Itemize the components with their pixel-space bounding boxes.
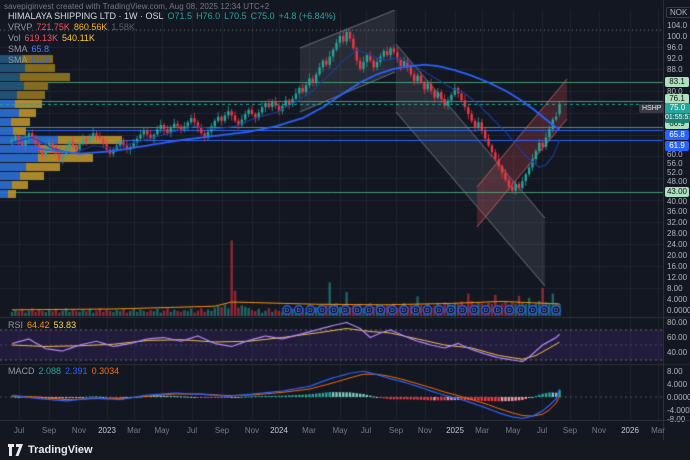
ohlc-low: L70.5 bbox=[224, 11, 247, 21]
sma1-value: 65.8 bbox=[32, 44, 50, 54]
axis-price-label: 80.00 bbox=[667, 318, 687, 327]
vrvp-value-1: 721.75K bbox=[36, 22, 70, 32]
axis-price-label: 8.00 bbox=[667, 367, 683, 376]
axis-price-label: 16.00 bbox=[667, 262, 687, 271]
axis-price-label: 60.0 bbox=[667, 150, 683, 159]
axis-price-label: 0.0000 bbox=[667, 393, 690, 402]
last-price-value: 75.0 bbox=[665, 103, 690, 113]
ohlc-high: H76.0 bbox=[196, 11, 220, 21]
axis-price-label: 100.0 bbox=[667, 32, 687, 41]
ohlc-open: O71.5 bbox=[168, 11, 193, 21]
tradingview-chart-window: savepiginvest created with TradingView.c… bbox=[0, 0, 690, 460]
volume-value: 619.13K bbox=[25, 33, 59, 43]
axis-month-label: Nov bbox=[592, 426, 606, 435]
axis-month-label: Nov bbox=[245, 426, 259, 435]
axis-year-label: 2026 bbox=[621, 426, 639, 435]
ohlc-close: C75.0 bbox=[251, 11, 275, 21]
axis-month-label: Sep bbox=[563, 426, 577, 435]
axis-price-label: 96.0 bbox=[667, 43, 683, 52]
axis-price-label: 8.00 bbox=[667, 284, 683, 293]
ohlc-change: +4.8 (+6.84%) bbox=[279, 11, 336, 21]
symbol-price-tag: HSHP bbox=[639, 104, 664, 113]
axis-price-label: 0.0000 bbox=[667, 306, 690, 315]
axis-month-label: Jul bbox=[187, 426, 197, 435]
sma2-value: 61.9 bbox=[32, 55, 50, 65]
axis-month-label: Jul bbox=[14, 426, 24, 435]
macd-label: MACD bbox=[8, 366, 35, 376]
volume-ma-value: 540.11K bbox=[62, 33, 95, 43]
axis-month-label: May bbox=[332, 426, 347, 435]
vrvp-label: VRVP bbox=[8, 22, 32, 32]
axis-month-label: Sep bbox=[215, 426, 229, 435]
axis-month-label: Mar bbox=[475, 426, 489, 435]
macd-legend-row[interactable]: MACD 2.0882.391 0.3034 bbox=[8, 366, 123, 376]
axis-price-label: 88.0 bbox=[667, 65, 683, 74]
currency-button[interactable]: NOK bbox=[666, 7, 690, 18]
axis-year-label: 2023 bbox=[98, 426, 116, 435]
last-price-badge[interactable]: 75.001:55:57 bbox=[665, 103, 690, 123]
vrvp-value-2: 860.56K bbox=[74, 22, 108, 32]
axis-price-label: 52.0 bbox=[667, 168, 683, 177]
vrvp-legend-row[interactable]: VRVP 721.75K 860.56K1.58K bbox=[8, 22, 340, 32]
axis-price-label: 32.00 bbox=[667, 218, 687, 227]
axis-price-label: -4.000 bbox=[667, 406, 690, 415]
axis-month-label: Mar bbox=[127, 426, 141, 435]
sma1-label: SMA bbox=[8, 44, 28, 54]
macd-line-value: 2.391 bbox=[65, 366, 88, 376]
axis-month-label: May bbox=[154, 426, 169, 435]
footer-bar: TradingView bbox=[0, 440, 690, 460]
axis-price-label: 20.00 bbox=[667, 251, 687, 260]
symbol-legend-row[interactable]: HIMALAYA SHIPPING LTD · 1W · OSL O71.5H76… bbox=[8, 11, 340, 21]
axis-month-label: Jul bbox=[537, 426, 547, 435]
axis-price-label: 92.0 bbox=[667, 54, 683, 63]
rsi-legend-row[interactable]: RSI 64.42 53.83 bbox=[8, 320, 80, 330]
axis-month-label: Mar bbox=[651, 426, 665, 435]
axis-price-label: 40.00 bbox=[667, 197, 687, 206]
volume-legend-row[interactable]: Vol 619.13K540.11K bbox=[8, 33, 340, 43]
main-pane-legend: HIMALAYA SHIPPING LTD · 1W · OSL O71.5H76… bbox=[8, 11, 340, 66]
axis-price-label: 12.00 bbox=[667, 273, 687, 282]
volume-label: Vol bbox=[8, 33, 21, 43]
axis-price-label: 24.00 bbox=[667, 240, 687, 249]
sma1-legend-row[interactable]: SMA 65.8 bbox=[8, 44, 340, 54]
axis-price-label: 28.00 bbox=[667, 229, 687, 238]
rsi-ma-value: 53.83 bbox=[54, 320, 77, 330]
sma-price-badge[interactable]: 65.8 bbox=[665, 130, 689, 140]
axis-price-label: 56.0 bbox=[667, 159, 683, 168]
macd-hist-value: 2.088 bbox=[39, 366, 62, 376]
axis-year-label: 2025 bbox=[446, 426, 464, 435]
axis-price-label: 40.00 bbox=[667, 348, 687, 357]
axis-month-label: Nov bbox=[72, 426, 86, 435]
axis-month-label: Mar bbox=[302, 426, 316, 435]
price-chart-canvas[interactable] bbox=[0, 0, 690, 460]
attribution-text: savepiginvest created with TradingView.c… bbox=[4, 2, 269, 11]
axis-price-label: 48.00 bbox=[667, 177, 687, 186]
sma2-legend-row[interactable]: SMA 61.9 bbox=[8, 55, 340, 65]
level-price-badge[interactable]: 43.00 bbox=[665, 187, 689, 197]
sma2-label: SMA bbox=[8, 55, 28, 65]
axis-month-label: Sep bbox=[389, 426, 403, 435]
rsi-value: 64.42 bbox=[27, 320, 50, 330]
axis-price-label: 36.00 bbox=[667, 207, 687, 216]
price-scale-axis[interactable]: NOK 104.0100.096.092.088.080.060.056.052… bbox=[663, 0, 690, 440]
vrvp-value-3: 1.58K bbox=[111, 22, 135, 32]
macd-signal-value: 0.3034 bbox=[92, 366, 120, 376]
tradingview-logo-icon[interactable] bbox=[8, 444, 23, 456]
sma-price-badge[interactable]: 61.9 bbox=[665, 141, 689, 151]
bar-countdown: 01:55:57 bbox=[665, 113, 690, 123]
axis-price-label: 60.00 bbox=[667, 333, 687, 342]
time-scale-axis[interactable]: Jul Sep Nov 2023 Mar May Jul Sep Nov 2024 Mar May Ju… bbox=[0, 420, 690, 441]
rsi-label: RSI bbox=[8, 320, 23, 330]
axis-month-label: Nov bbox=[418, 426, 432, 435]
axis-year-label: 2024 bbox=[270, 426, 288, 435]
level-price-badge[interactable]: 83.1 bbox=[665, 77, 689, 87]
symbol-title: HIMALAYA SHIPPING LTD · 1W · OSL bbox=[8, 11, 164, 21]
axis-price-label: 4.000 bbox=[667, 380, 687, 389]
axis-price-label: 4.000 bbox=[667, 295, 687, 304]
axis-price-label: 104.0 bbox=[667, 21, 687, 30]
tradingview-brand-text[interactable]: TradingView bbox=[28, 444, 93, 456]
axis-month-label: May bbox=[505, 426, 520, 435]
axis-month-label: Sep bbox=[42, 426, 56, 435]
axis-month-label: Jul bbox=[361, 426, 371, 435]
